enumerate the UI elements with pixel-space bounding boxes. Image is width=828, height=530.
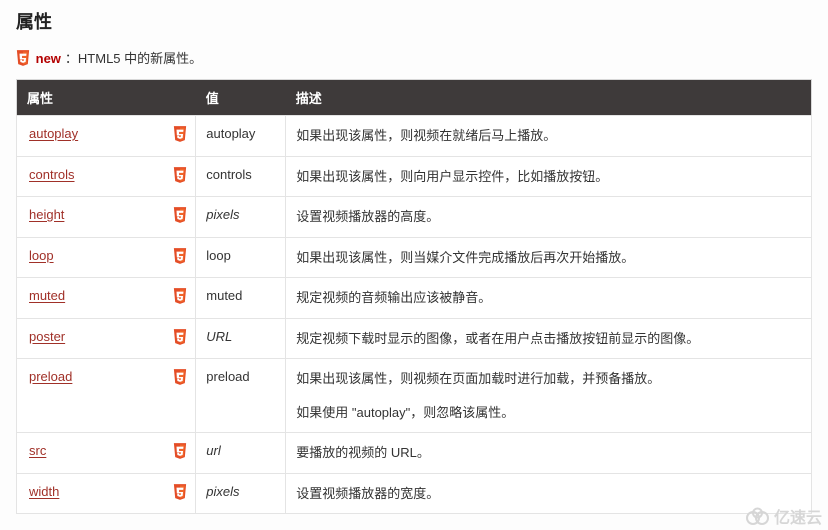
attr-cell: autoplay — [17, 116, 168, 157]
attribute-link[interactable]: autoplay — [29, 126, 78, 141]
value-cell: pixels — [196, 197, 286, 238]
desc-cell: 要播放的视频的 URL。 — [286, 433, 812, 474]
attr-cell: muted — [17, 278, 168, 319]
desc-cell: 如果出现该属性，则向用户显示控件，比如播放按钮。 — [286, 156, 812, 197]
attr-cell: poster — [17, 318, 168, 359]
value-cell: autoplay — [196, 116, 286, 157]
attribute-link[interactable]: muted — [29, 288, 65, 303]
attribute-link[interactable]: loop — [29, 248, 54, 263]
table-row: mutedmuted规定视频的音频输出应该被静音。 — [17, 278, 812, 319]
table-row: preloadpreload如果出现该属性，则视频在页面加载时进行加载，并预备播… — [17, 359, 812, 433]
value-cell: loop — [196, 237, 286, 278]
desc-cell: 如果出现该属性，则当媒介文件完成播放后再次开始播放。 — [286, 237, 812, 278]
attribute-link[interactable]: src — [29, 443, 46, 458]
table-row: autoplayautoplay如果出现该属性，则视频在就绪后马上播放。 — [17, 116, 812, 157]
attr-cell: src — [17, 433, 168, 474]
badge-cell — [168, 278, 196, 319]
html5-icon — [173, 207, 187, 223]
html5-icon — [173, 329, 187, 345]
badge-cell — [168, 359, 196, 433]
attribute-link[interactable]: controls — [29, 167, 75, 182]
value-cell: pixels — [196, 473, 286, 514]
attributes-table: 属性 值 描述 autoplayautoplay如果出现该属性，则视频在就绪后马… — [16, 79, 812, 514]
header-desc: 描述 — [286, 80, 812, 116]
badge-cell — [168, 237, 196, 278]
desc-cell: 设置视频播放器的宽度。 — [286, 473, 812, 514]
html5-icon — [173, 288, 187, 304]
attr-cell: preload — [17, 359, 168, 433]
intro-text: ：HTML5 中的新属性。 — [65, 51, 202, 66]
section-title: 属性 — [16, 8, 812, 34]
value-cell: URL — [196, 318, 286, 359]
table-row: looploop如果出现该属性，则当媒介文件完成播放后再次开始播放。 — [17, 237, 812, 278]
badge-cell — [168, 433, 196, 474]
html5-icon — [173, 167, 187, 183]
attr-cell: loop — [17, 237, 168, 278]
table-row: controlscontrols如果出现该属性，则向用户显示控件，比如播放按钮。 — [17, 156, 812, 197]
attribute-link[interactable]: height — [29, 207, 64, 222]
badge-cell — [168, 318, 196, 359]
value-cell: url — [196, 433, 286, 474]
value-cell: preload — [196, 359, 286, 433]
table-row: src url要播放的视频的 URL。 — [17, 433, 812, 474]
attr-cell: controls — [17, 156, 168, 197]
badge-cell — [168, 116, 196, 157]
desc-cell: 设置视频播放器的高度。 — [286, 197, 812, 238]
badge-cell — [168, 473, 196, 514]
badge-cell — [168, 156, 196, 197]
desc-cell: 如果出现该属性，则视频在页面加载时进行加载，并预备播放。如果使用 "autopl… — [286, 359, 812, 433]
value-cell: controls — [196, 156, 286, 197]
intro-line: new ：HTML5 中的新属性。 — [16, 48, 812, 67]
new-keyword: new — [36, 51, 61, 66]
html5-icon — [173, 443, 187, 459]
badge-cell — [168, 197, 196, 238]
html5-icon — [173, 248, 187, 264]
desc-cell: 规定视频下载时显示的图像，或者在用户点击播放按钮前显示的图像。 — [286, 318, 812, 359]
attribute-link[interactable]: poster — [29, 329, 65, 344]
desc-cell: 如果出现该属性，则视频在就绪后马上播放。 — [286, 116, 812, 157]
header-value: 值 — [196, 80, 286, 116]
table-row: poster URL规定视频下载时显示的图像，或者在用户点击播放按钮前显示的图像。 — [17, 318, 812, 359]
html5-icon — [173, 369, 187, 385]
html5-icon — [173, 126, 187, 142]
attribute-link[interactable]: width — [29, 484, 59, 499]
table-row: width pixels设置视频播放器的宽度。 — [17, 473, 812, 514]
header-attr: 属性 — [17, 80, 196, 116]
attr-cell: height — [17, 197, 168, 238]
attribute-link[interactable]: preload — [29, 369, 72, 384]
desc-cell: 规定视频的音频输出应该被静音。 — [286, 278, 812, 319]
html5-icon — [173, 484, 187, 500]
html5-icon — [16, 50, 30, 66]
table-row: height pixels设置视频播放器的高度。 — [17, 197, 812, 238]
attr-cell: width — [17, 473, 168, 514]
value-cell: muted — [196, 278, 286, 319]
